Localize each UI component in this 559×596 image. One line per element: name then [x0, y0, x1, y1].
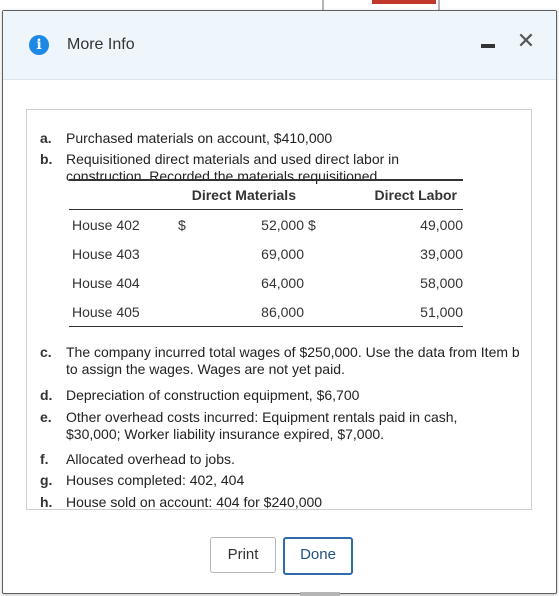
dialog-titlebar: i More Info ✕ [3, 11, 556, 80]
item-text: The company incurred total wages of $250… [66, 344, 520, 377]
background-divider [322, 0, 324, 10]
dialog-title: More Info [67, 36, 135, 53]
item-text: Houses completed: 402, 404 [66, 472, 245, 488]
minimize-button[interactable] [481, 38, 497, 54]
currency-cell: $ [308, 216, 316, 233]
item-text: House sold on account: 404 for $240,000 [66, 494, 323, 510]
table-row: House 403 69,000 39,000 [69, 239, 463, 268]
background-divider [438, 0, 440, 10]
print-button[interactable]: Print [210, 537, 276, 573]
house-cell: House 404 [72, 274, 140, 291]
direct-materials-cell: 64,000 [261, 274, 304, 291]
direct-labor-cell: 39,000 [420, 245, 463, 262]
table-row: House 404 64,000 58,000 [69, 268, 463, 297]
background-page [0, 0, 559, 10]
item-letter: d. [40, 387, 53, 403]
item-letter: e. [40, 409, 52, 425]
close-button[interactable]: ✕ [516, 28, 536, 53]
background-accent [372, 0, 436, 4]
materials-labor-table: Direct Materials Direct Labor House 402 … [69, 179, 463, 327]
done-button[interactable]: Done [283, 537, 353, 575]
info-icon: i [29, 35, 49, 55]
item-letter: b. [40, 151, 53, 167]
currency-cell [178, 297, 192, 327]
direct-labor-cell: 49,000 [420, 216, 463, 233]
item-letter: g. [40, 472, 53, 488]
direct-materials-cell: 52,000 [261, 216, 304, 233]
table-row: House 402 $ 52,000 $ 49,000 [69, 210, 463, 240]
currency-cell [178, 239, 192, 268]
item-text: Purchased materials on account, $410,000 [66, 130, 333, 146]
direct-labor-cell: 58,000 [420, 274, 463, 291]
minimize-icon [481, 44, 495, 48]
item-text: Depreciation of construction equipment, … [66, 387, 360, 403]
house-cell: House 403 [72, 245, 140, 262]
currency-cell [304, 268, 338, 297]
direct-materials-cell: 69,000 [261, 245, 304, 262]
info-content-panel: a. Purchased materials on account, $410,… [26, 109, 532, 510]
item-text: Other overhead costs incurred: Equipment… [66, 409, 458, 442]
direct-materials-cell: 86,000 [192, 297, 304, 327]
close-icon: ✕ [516, 28, 536, 53]
currency-cell [304, 297, 338, 327]
currency-cell [304, 239, 338, 268]
header-direct-labor: Direct Labor [304, 179, 463, 210]
more-info-dialog: i More Info ✕ a. Purchased materials on … [2, 10, 557, 594]
background-divider [300, 592, 340, 596]
currency-cell [178, 268, 192, 297]
house-cell: House 405 [69, 297, 178, 327]
currency-cell: $ [178, 216, 186, 233]
item-text: Allocated overhead to jobs. [66, 451, 235, 467]
table-row: House 405 86,000 51,000 [69, 297, 463, 327]
item-letter: a. [40, 130, 52, 146]
item-letter: c. [40, 344, 52, 360]
item-letter: h. [40, 494, 53, 510]
direct-labor-cell: 51,000 [338, 297, 463, 327]
header-direct-materials: Direct Materials [69, 179, 304, 210]
house-cell: House 402 [72, 216, 140, 233]
item-letter: f. [40, 451, 49, 467]
